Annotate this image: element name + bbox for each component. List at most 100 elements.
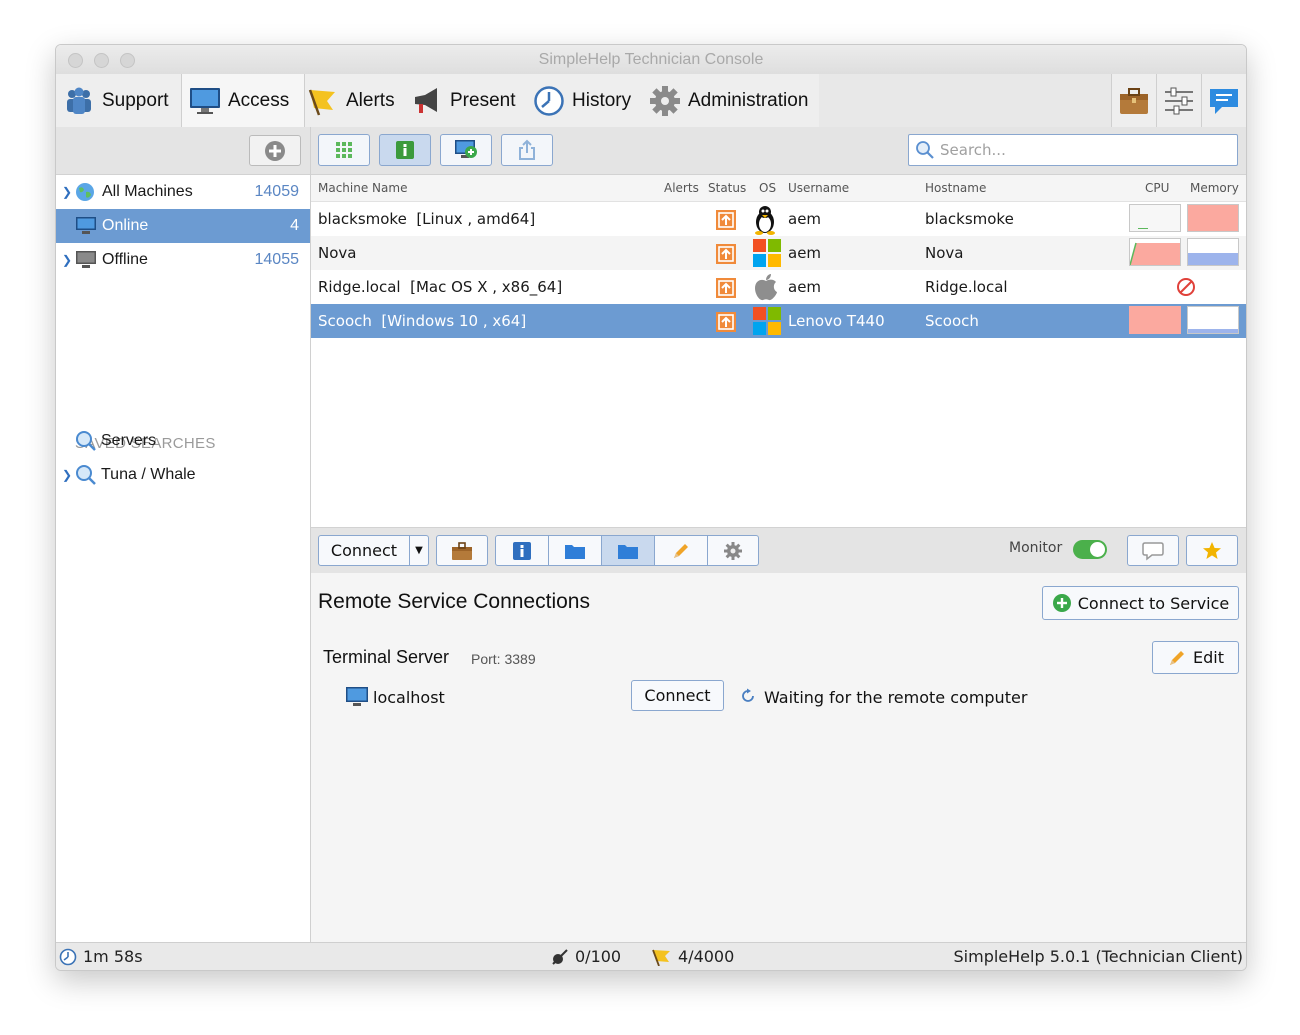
toolbox-button[interactable]	[1111, 74, 1156, 127]
host-connect-button[interactable]: Connect	[631, 680, 724, 711]
username: aem	[788, 244, 822, 262]
service-name: Terminal Server	[323, 647, 450, 667]
folder-icon	[618, 544, 638, 559]
remote-services-button[interactable]	[601, 535, 655, 566]
tab-administration[interactable]: Administration	[642, 74, 824, 127]
search-input[interactable]	[938, 140, 1222, 160]
column-header-hostname[interactable]: Hostname	[925, 181, 986, 195]
connect-to-service-button[interactable]: Connect to Service	[1042, 586, 1239, 620]
plug-icon	[552, 948, 568, 965]
memory-graph	[1187, 204, 1239, 232]
flag-icon	[308, 89, 335, 115]
info-icon	[396, 141, 414, 159]
remote-session-icon	[716, 210, 736, 230]
column-header-machine-name[interactable]: Machine Name	[318, 181, 407, 195]
apple-logo-icon	[755, 274, 777, 301]
service-port: Port: 3389	[471, 651, 536, 667]
pencil-icon	[674, 543, 688, 558]
details-view-button[interactable]	[379, 134, 431, 166]
hostname: Nova	[925, 244, 964, 262]
column-header-status[interactable]: Status	[708, 181, 746, 195]
search-icon	[916, 141, 934, 159]
expand-arrow-icon[interactable]: ❯	[62, 253, 72, 267]
remote-session-icon	[716, 278, 736, 298]
hostname: Ridge.local	[925, 278, 1008, 296]
people-icon	[67, 87, 91, 114]
edit-service-button[interactable]: Edit	[1152, 641, 1239, 674]
tab-history[interactable]: History	[526, 74, 643, 127]
toolbox-icon	[1120, 87, 1148, 114]
saved-search-servers[interactable]: Servers	[56, 424, 310, 458]
column-header-memory[interactable]: Memory	[1190, 181, 1239, 195]
favorite-button[interactable]	[1186, 535, 1238, 566]
alert-count-value: 4/4000	[678, 947, 735, 966]
windows-logo-icon	[753, 239, 781, 267]
messages-button[interactable]	[1201, 74, 1246, 127]
table-row[interactable]: Nova aem Nova	[311, 236, 1246, 270]
sidebar-item-label: Offline	[102, 251, 148, 268]
files-button[interactable]	[548, 535, 602, 566]
hostname: blacksmoke	[925, 210, 1014, 228]
remote-session-icon	[716, 312, 736, 332]
sidebar-item-offline[interactable]: ❯ Offline 14055	[56, 243, 310, 277]
connect-button[interactable]: Connect	[318, 535, 410, 566]
column-header-alerts[interactable]: Alerts	[664, 181, 699, 195]
export-button[interactable]	[501, 134, 553, 166]
username: aem	[788, 210, 822, 228]
not-available-icon	[1177, 278, 1195, 296]
machine-name: Scooch [Windows 10 , x64]	[318, 312, 527, 330]
messages-icon	[1210, 88, 1238, 114]
window-title: SimpleHelp Technician Console	[538, 51, 764, 68]
monitor-toggle[interactable]	[1073, 540, 1107, 559]
windows-logo-icon	[753, 307, 781, 335]
chat-button[interactable]	[1127, 535, 1179, 566]
hostname: Scooch	[925, 312, 979, 330]
table-row[interactable]: Scooch [Windows 10 , x64] Lenovo T440 Sc…	[311, 304, 1246, 338]
column-header-os[interactable]: OS	[759, 181, 776, 195]
tab-alerts[interactable]: Alerts	[300, 74, 403, 127]
edit-label: Edit	[1193, 648, 1224, 667]
monitor-icon	[346, 687, 368, 706]
machine-info-button[interactable]	[495, 535, 549, 566]
machine-settings-button[interactable]	[707, 535, 759, 566]
tab-administration-label: Administration	[688, 89, 809, 111]
table-row[interactable]: blacksmoke [Linux , amd64] aem blacksmok…	[311, 202, 1246, 236]
clock-icon	[534, 85, 564, 116]
column-header-username[interactable]: Username	[788, 181, 849, 195]
tab-support[interactable]: Support	[56, 74, 181, 127]
connect-dropdown-button[interactable]: ▼	[409, 535, 429, 566]
memory-graph	[1187, 238, 1239, 266]
machine-actions-toolbar: Connect ▼ Monitor	[311, 527, 1246, 574]
gear-icon	[724, 541, 742, 560]
sidebar-item-all-machines[interactable]: ❯ All Machines 14059	[56, 175, 310, 209]
machine-name: blacksmoke [Linux , amd64]	[318, 210, 536, 228]
add-machine-button[interactable]	[440, 134, 492, 166]
tab-access[interactable]: Access	[181, 74, 305, 127]
column-header-cpu[interactable]: CPU	[1145, 181, 1169, 195]
session-timer-value: 1m 58s	[83, 947, 143, 966]
memory-graph	[1187, 306, 1239, 334]
expand-arrow-icon[interactable]: ❯	[62, 185, 72, 199]
plus-circle-icon	[265, 140, 285, 161]
expand-arrow-icon[interactable]: ❯	[62, 468, 72, 482]
tools-button[interactable]	[436, 535, 488, 566]
saved-search-label: Tuna / Whale	[101, 466, 196, 483]
chevron-down-icon: ▼	[415, 545, 423, 556]
table-row[interactable]: Ridge.local [Mac OS X , x86_64] aem Ridg…	[311, 270, 1246, 304]
tab-access-label: Access	[228, 89, 290, 111]
panel-title: Remote Service Connections	[318, 590, 590, 613]
sidebar-toolbar	[56, 127, 310, 175]
saved-search-tuna-whale[interactable]: ❯ Tuna / Whale	[56, 458, 310, 492]
notes-button[interactable]	[654, 535, 708, 566]
connect-to-service-label: Connect to Service	[1077, 593, 1230, 613]
username: Lenovo T440	[788, 312, 885, 330]
sidebar-item-online[interactable]: Online 4	[56, 209, 310, 243]
grid-view-button[interactable]	[318, 134, 370, 166]
tab-present[interactable]: Present	[404, 74, 529, 127]
settings-button[interactable]	[1156, 74, 1201, 127]
add-group-button[interactable]	[249, 135, 301, 166]
flag-icon	[652, 949, 670, 966]
machine-name: Ridge.local [Mac OS X , x86_64]	[318, 278, 563, 296]
search-field[interactable]	[908, 134, 1238, 166]
tab-support-label: Support	[102, 89, 169, 111]
